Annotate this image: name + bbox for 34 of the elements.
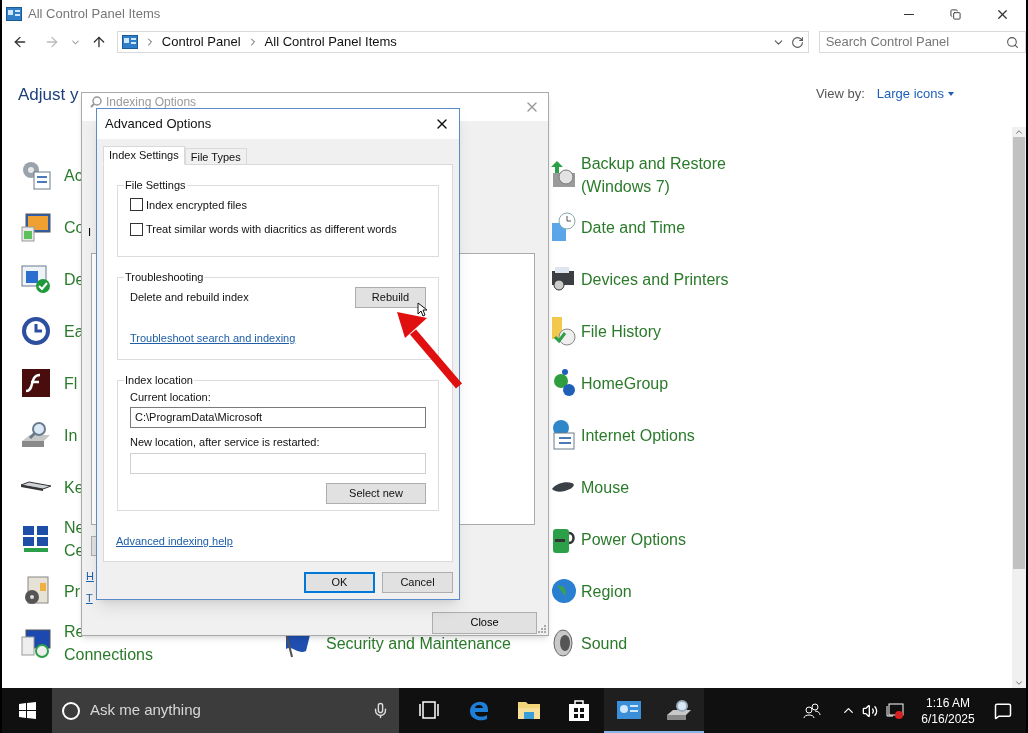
item-label: Sound bbox=[581, 633, 628, 654]
item-label: Power Options bbox=[581, 529, 686, 550]
field-label: New location, after service is restarted: bbox=[130, 435, 321, 450]
group-title: File Settings bbox=[124, 178, 187, 193]
item-label: Backup and Restore bbox=[581, 154, 726, 174]
window-title: All Control Panel Items bbox=[28, 5, 161, 24]
group-title: Troubleshooting bbox=[124, 270, 205, 285]
clock-date: 6/16/2025 bbox=[921, 710, 975, 727]
item-label: Region bbox=[581, 581, 632, 602]
item-label: Date and Time bbox=[581, 217, 686, 238]
dialog-title: Indexing Options bbox=[106, 96, 197, 108]
group-title: Index location bbox=[124, 373, 194, 388]
search-placeholder: Ask me anything bbox=[90, 700, 201, 721]
search-placeholder: Search Control Panel bbox=[825, 33, 950, 52]
field-label: Current location: bbox=[130, 389, 212, 405]
description-text: Delete and rebuild index bbox=[130, 289, 249, 305]
item-label: Devices and Printers bbox=[581, 269, 729, 290]
checkbox-label: Index encrypted files bbox=[146, 197, 247, 213]
item-label: Connections bbox=[64, 645, 153, 665]
item-label: HomeGroup bbox=[581, 373, 669, 394]
dialog-title: Advanced Options bbox=[105, 115, 212, 134]
checkbox-label: Treat similar words with diacritics as different words bbox=[146, 222, 397, 237]
label-fragment: I bbox=[88, 225, 92, 240]
clock-time: 1:16 AM bbox=[926, 694, 970, 711]
item-label: File History bbox=[581, 321, 661, 342]
item-label: Mouse bbox=[581, 477, 630, 498]
page-heading: Adjust y bbox=[18, 84, 79, 106]
item-label: In bbox=[64, 425, 78, 446]
item-label: Internet Options bbox=[581, 425, 695, 446]
item-label: (Windows 7) bbox=[581, 177, 671, 197]
item-label: Fl bbox=[64, 373, 78, 394]
item-label: Pr bbox=[64, 581, 80, 602]
item-label: Security and Maintenance bbox=[326, 633, 511, 654]
view-by-label: View by: bbox=[815, 85, 865, 103]
